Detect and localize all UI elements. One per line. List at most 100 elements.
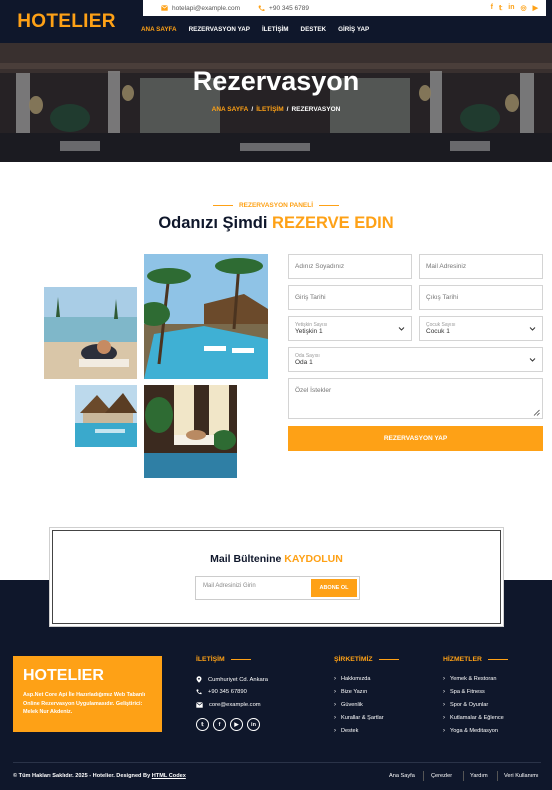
footer-link-security[interactable]: › Güvenlik: [334, 702, 363, 708]
footer-contact-heading-text: İLETİŞİM: [196, 656, 225, 663]
topbar-email-text: hotelapi@example.com: [172, 4, 241, 12]
special-requests-textarea[interactable]: Özel İstekler: [288, 378, 543, 419]
twitter-icon[interactable]: 𝕥: [196, 718, 209, 731]
footer-link-yoga[interactable]: › Yoga & Meditasyon: [443, 728, 498, 734]
checkin-input[interactable]: Giriş Tarihi: [288, 285, 412, 310]
footer-link-about[interactable]: › Hakkımızda: [334, 676, 371, 682]
footer-link-yoga-text: Yoga & Meditasyon: [450, 728, 498, 734]
footer-services-heading: HİZMETLER: [443, 656, 508, 663]
topbar-phone-text: +90 345 6789: [269, 4, 309, 12]
facebook-icon[interactable]: f: [491, 4, 493, 12]
copyright-text: © Tüm Hakları Saklıdır. 2025 - Hotelier.…: [13, 773, 151, 779]
room-select[interactable]: Oda Sayısı Oda 1: [288, 347, 543, 372]
footer-company-heading-text: ŞİRKETİMİZ: [334, 656, 373, 663]
section-heading-accent: REZERVE EDIN: [272, 214, 394, 232]
nav-home[interactable]: ANA SAYFA: [141, 26, 177, 33]
footer-brand-card: HOTELIER Asp.Net Core Api İle Hazırladığ…: [13, 656, 162, 732]
footer-link-security-text: Güvenlik: [341, 702, 363, 708]
phone-icon: [196, 689, 202, 695]
subscribe-button[interactable]: ABONE OL: [311, 579, 357, 597]
footer-address-text: Cumhuriyet Cd. Ankara: [208, 676, 268, 683]
newsletter-title: Mail Bültenine KAYDOLUN: [52, 553, 501, 565]
footer-email-text: core@example.com: [209, 702, 261, 708]
footer-link-spa-text: Spa & Fitness: [450, 689, 485, 695]
chevron-down-icon: [529, 326, 536, 331]
footer-bottom-divider: [423, 771, 424, 781]
email-input[interactable]: Mail Adresiniz: [419, 254, 543, 279]
children-value: Cocuk 1: [426, 328, 450, 335]
nav-contact[interactable]: İLETİŞİM: [262, 26, 289, 33]
name-placeholder: Adınız Soyadınız: [295, 263, 345, 270]
map-marker-icon: [196, 676, 202, 683]
footer-link-write-us-text: Bize Yazın: [341, 689, 368, 695]
children-select[interactable]: Çocuk Sayısı Cocuk 1: [419, 316, 543, 341]
checkout-placeholder: Çıkış Tarihi: [426, 294, 459, 301]
photo-spa-lounge: [144, 385, 237, 478]
footer-email[interactable]: core@example.com: [196, 702, 261, 708]
email-placeholder: Mail Adresiniz: [426, 263, 467, 270]
footer-divider: [13, 762, 541, 763]
instagram-icon[interactable]: ◎: [521, 4, 527, 12]
copyright-link[interactable]: HTML Codex: [152, 773, 186, 779]
topbar-email[interactable]: hotelapi@example.com: [161, 5, 240, 12]
footer-bottom-divider: [463, 771, 464, 781]
twitter-icon[interactable]: 𝕥: [499, 4, 502, 12]
footer-link-support[interactable]: › Destek: [334, 728, 358, 734]
photo-resort-huts: [75, 385, 137, 447]
nav-reservation[interactable]: REZERVASYON YAP: [189, 26, 250, 33]
hero-lobby-image: [0, 33, 552, 162]
footer-link-terms-text: Kurallar & Şartlar: [341, 715, 384, 721]
brand-name: HOTELIER: [17, 10, 116, 32]
footer-company-heading: ŞİRKETİMİZ: [334, 656, 399, 663]
youtube-icon[interactable]: ▶: [230, 718, 243, 731]
linkedin-icon[interactable]: in: [247, 718, 260, 731]
footer-bottom-divider: [497, 771, 498, 781]
section-heading-text: Odanızı Şimdi: [158, 214, 268, 232]
envelope-icon: [161, 5, 168, 11]
section-kicker: REZERVASYON PANELİ: [0, 202, 552, 209]
facebook-icon[interactable]: f: [213, 718, 226, 731]
topbar-phone[interactable]: +90 345 6789: [258, 5, 309, 12]
footer-contact-heading: İLETİŞİM: [196, 656, 251, 663]
footer-link-terms[interactable]: › Kurallar & Şartlar: [334, 715, 384, 721]
footer-link-events[interactable]: › Kutlamalar & Eğlence: [443, 715, 504, 721]
photo-tropical-pool: [144, 254, 268, 379]
breadcrumb-home[interactable]: ANA SAYFA: [212, 106, 249, 113]
linkedin-icon[interactable]: in: [508, 4, 514, 12]
footer-services-heading-text: HİZMETLER: [443, 656, 482, 663]
footer-bottom-home[interactable]: Ana Sayfa: [389, 773, 415, 779]
checkout-input[interactable]: Çıkış Tarihi: [419, 285, 543, 310]
adults-select[interactable]: Yetişkin Sayısı Yetişkin 1: [288, 316, 412, 341]
youtube-icon[interactable]: ▶: [533, 4, 538, 12]
footer-bottom-data-usage[interactable]: Veri Kullanımı: [504, 773, 539, 779]
footer-link-events-text: Kutlamalar & Eğlence: [450, 715, 504, 721]
topbar-social: f 𝕥 in ◎ ▶: [491, 4, 538, 12]
resize-grip-icon[interactable]: [533, 409, 540, 416]
footer-link-sports[interactable]: › Spor & Oyunlar: [443, 702, 488, 708]
footer-address: Cumhuriyet Cd. Ankara: [196, 676, 268, 683]
nav-support[interactable]: DESTEK: [301, 26, 327, 33]
brand-logo[interactable]: HOTELIER: [0, 0, 133, 43]
footer-link-restaurant-text: Yemek & Restoran: [450, 676, 497, 682]
footer-link-restaurant[interactable]: › Yemek & Restoran: [443, 676, 496, 682]
special-requests-placeholder: Özel İstekler: [295, 387, 332, 394]
footer-description: Asp.Net Core Api İle Hazırladığımız Web …: [23, 692, 146, 715]
breadcrumb: ANA SAYFA / İLETİŞİM / REZERVASYON: [211, 106, 341, 113]
reservation-submit-button[interactable]: REZERVASYON YAP: [288, 426, 543, 451]
newsletter-title-text: Mail Bültenine: [210, 553, 282, 565]
breadcrumb-contact[interactable]: İLETİŞİM: [256, 106, 283, 113]
footer-brand-name[interactable]: HOTELIER: [23, 667, 152, 685]
footer-link-write-us[interactable]: › Bize Yazın: [334, 689, 367, 695]
phone-icon: [258, 5, 265, 11]
nav-login[interactable]: GİRİŞ YAP: [338, 26, 369, 33]
footer-link-spa[interactable]: › Spa & Fitness: [443, 689, 485, 695]
checkin-placeholder: Giriş Tarihi: [295, 294, 326, 301]
envelope-icon: [196, 702, 203, 708]
footer-bottom-cookies[interactable]: Çerezler: [431, 773, 452, 779]
room-value: Oda 1: [295, 359, 313, 366]
footer-bottom-help[interactable]: Yardım: [470, 773, 488, 779]
footer-phone-text: +90 345 67890: [208, 689, 247, 695]
main-nav: ANA SAYFA REZERVASYON YAP İLETİŞİM DESTE…: [133, 16, 552, 43]
name-input[interactable]: Adınız Soyadınız: [288, 254, 412, 279]
footer-phone[interactable]: +90 345 67890: [196, 689, 247, 695]
